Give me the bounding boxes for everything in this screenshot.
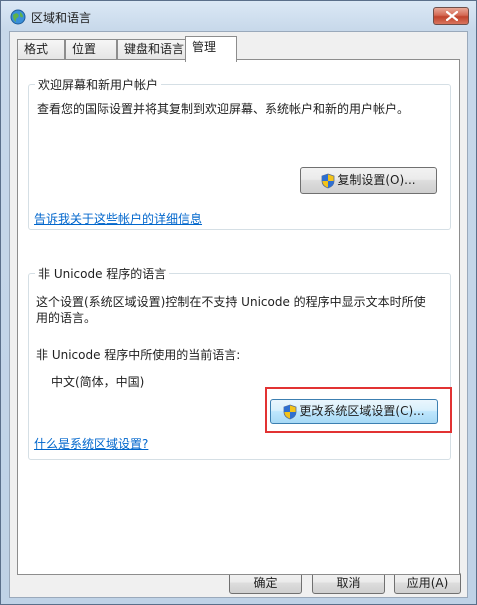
- tab-panel-administrative: 欢迎屏幕和新用户帐户 查看您的国际设置并将其复制到欢迎屏幕、系统帐户和新的用户帐…: [17, 59, 460, 575]
- tab-administrative[interactable]: 管理: [185, 36, 237, 62]
- dialog-window: 区域和语言 格式 位置 键盘和语言 管理 欢迎屏幕和新用户帐户 查看您的国际设置…: [0, 0, 477, 605]
- close-button[interactable]: [433, 7, 469, 25]
- change-system-locale-label: 更改系统区域设置(C)...: [299, 404, 425, 418]
- current-language-label: 非 Unicode 程序中所使用的当前语言:: [36, 348, 241, 362]
- welcome-description: 查看您的国际设置并将其复制到欢迎屏幕、系统帐户和新的用户帐户。: [37, 102, 410, 116]
- welcome-screen-group: 欢迎屏幕和新用户帐户 查看您的国际设置并将其复制到欢迎屏幕、系统帐户和新的用户帐…: [28, 76, 451, 230]
- ok-button[interactable]: 确定: [229, 572, 302, 594]
- current-language-value: 中文(简体，中国): [51, 375, 145, 389]
- system-locale-help-link[interactable]: 什么是系统区域设置?: [34, 435, 148, 452]
- window-title: 区域和语言: [31, 11, 92, 25]
- dialog-content: 格式 位置 键盘和语言 管理 欢迎屏幕和新用户帐户 查看您的国际设置并将其复制到…: [9, 31, 468, 598]
- cancel-button[interactable]: 取消: [312, 572, 385, 594]
- tab-format[interactable]: 格式: [17, 39, 65, 60]
- change-system-locale-button[interactable]: 更改系统区域设置(C)...: [270, 399, 438, 424]
- uac-shield-icon: [321, 173, 335, 188]
- accounts-info-link[interactable]: 告诉我关于这些帐户的详细信息: [34, 210, 202, 227]
- tab-keyboards-languages[interactable]: 键盘和语言: [117, 39, 187, 60]
- copy-settings-button[interactable]: 复制设置(O)...: [300, 167, 437, 194]
- non-unicode-group: 非 Unicode 程序的语言 这个设置(系统区域设置)控制在不支持 Unico…: [28, 265, 451, 460]
- title-bar[interactable]: 区域和语言: [1, 1, 476, 31]
- non-unicode-description-line1: 这个设置(系统区域设置)控制在不支持 Unicode 的程序中显示文本时所使: [36, 295, 426, 309]
- group-title-non-unicode: 非 Unicode 程序的语言: [35, 265, 170, 282]
- close-icon: [446, 11, 458, 21]
- uac-shield-icon: [284, 404, 297, 419]
- tab-location[interactable]: 位置: [65, 39, 117, 60]
- globe-icon: [10, 9, 26, 25]
- copy-settings-label: 复制设置(O)...: [337, 173, 416, 187]
- group-title-welcome: 欢迎屏幕和新用户帐户: [35, 76, 162, 93]
- non-unicode-description-line2: 用的语言。: [36, 311, 97, 325]
- apply-button[interactable]: 应用(A): [394, 572, 461, 594]
